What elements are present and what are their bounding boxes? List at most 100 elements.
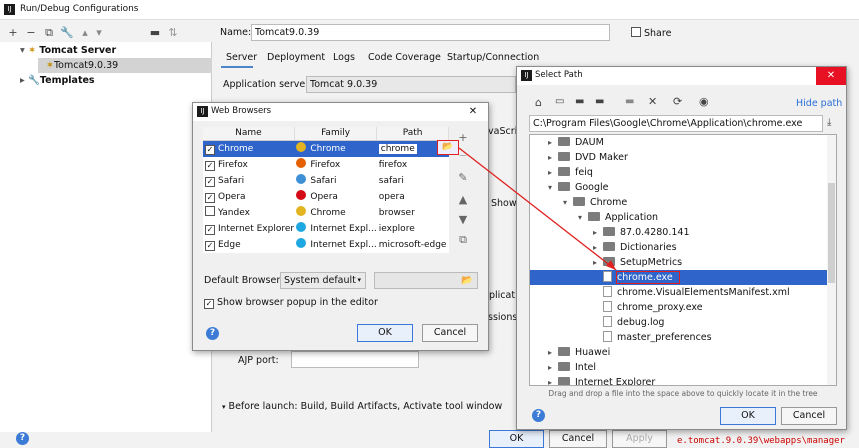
browser-name-cell[interactable]: ✓ Internet Explorer bbox=[203, 221, 294, 237]
default-browser-select[interactable]: System default ▾ bbox=[280, 272, 366, 289]
tree-templates[interactable]: ▸ 🔧Templates bbox=[20, 73, 95, 88]
browser-family-cell[interactable]: Chrome bbox=[294, 205, 376, 221]
table-row[interactable]: ✓ Chrome Chrome chrome bbox=[203, 140, 449, 157]
chevron-right-icon[interactable]: ▸ bbox=[548, 360, 558, 375]
copy-browser-icon[interactable]: ⧉ bbox=[456, 233, 470, 247]
tree-tomcat-instance[interactable]: ✶Tomcat9.0.39 bbox=[38, 58, 212, 73]
tree-folder-item[interactable]: ▸ Internet Explorer bbox=[548, 375, 655, 385]
hide-path-link[interactable]: Hide path bbox=[796, 98, 842, 109]
tab-deployment[interactable]: Deployment bbox=[267, 52, 325, 63]
chevron-right-icon[interactable]: ▸ bbox=[548, 375, 558, 385]
tab-startup-connection[interactable]: Startup/Connection bbox=[447, 52, 539, 63]
show-hidden-icon[interactable]: ◉ bbox=[699, 95, 709, 108]
move-up-icon[interactable]: ▲ bbox=[456, 193, 470, 207]
tab-logs[interactable]: Logs bbox=[333, 52, 355, 63]
module-folder-icon[interactable]: ▬ bbox=[595, 96, 604, 107]
table-row[interactable]: ✓ Opera Opera opera bbox=[203, 189, 449, 205]
tree-file-item[interactable]: chrome_proxy.exe bbox=[593, 300, 703, 315]
tree-file-item[interactable]: master_preferences bbox=[593, 330, 712, 345]
enabled-checkbox[interactable]: ✓ bbox=[205, 241, 215, 251]
desktop-icon[interactable]: ▭ bbox=[555, 96, 564, 107]
path-input[interactable]: C:\Program Files\Google\Chrome\Applicati… bbox=[529, 115, 823, 132]
browser-path-cell[interactable]: microsoft-edge bbox=[377, 237, 449, 253]
chevron-right-icon[interactable]: ▸ bbox=[593, 255, 603, 270]
share-checkbox[interactable]: Share bbox=[631, 27, 671, 39]
browser-family-cell[interactable]: Chrome bbox=[294, 140, 377, 157]
browser-name-cell[interactable]: ✓ Safari bbox=[203, 173, 294, 189]
folder-icon[interactable]: ▬ bbox=[148, 26, 162, 40]
select-path-cancel-button[interactable]: Cancel bbox=[781, 407, 837, 425]
chevron-down-icon[interactable]: ▾ bbox=[578, 210, 588, 225]
remove-icon[interactable]: − bbox=[24, 26, 38, 40]
name-field[interactable]: Tomcat9.0.39 bbox=[251, 24, 610, 41]
browser-name-cell[interactable]: ✓ Firefox bbox=[203, 157, 294, 173]
show-popup-checkbox[interactable]: ✓ Show browser popup in the editor bbox=[204, 297, 378, 309]
copy-icon[interactable]: ⧉ bbox=[42, 26, 56, 40]
enabled-checkbox[interactable]: ✓ bbox=[205, 225, 215, 235]
enabled-checkbox[interactable] bbox=[205, 206, 215, 216]
column-header-path[interactable]: Path bbox=[376, 127, 449, 141]
tree-folder-item[interactable]: ▸ 87.0.4280.141 bbox=[593, 225, 690, 240]
enabled-checkbox[interactable]: ✓ bbox=[205, 177, 215, 187]
table-row[interactable]: Yandex Chrome browser bbox=[203, 205, 449, 221]
tree-folder-item[interactable]: ▾ Application bbox=[578, 210, 658, 225]
main-ok-button[interactable]: OK bbox=[489, 430, 544, 448]
browser-path-cell[interactable]: browser bbox=[377, 205, 449, 221]
main-cancel-button[interactable]: Cancel bbox=[549, 430, 607, 448]
refresh-icon[interactable]: ⟳ bbox=[673, 95, 682, 108]
browser-path-cell[interactable]: iexplore bbox=[377, 221, 449, 237]
add-browser-icon[interactable]: + bbox=[456, 131, 470, 145]
select-path-ok-button[interactable]: OK bbox=[720, 407, 776, 425]
app-server-select[interactable]: Tomcat 9.0.39 bbox=[306, 76, 516, 93]
browser-name-cell[interactable]: ✓ Edge bbox=[203, 237, 294, 253]
tree-folder-item[interactable]: ▸ DAUM bbox=[548, 135, 604, 150]
main-apply-button[interactable]: Apply bbox=[612, 430, 667, 448]
tree-folder-item[interactable]: ▸ feiq bbox=[548, 165, 593, 180]
tree-folder-item[interactable]: ▸ SetupMetrics bbox=[593, 255, 682, 270]
table-row[interactable]: ✓ Internet Explorer Internet Expl... iexplo… bbox=[203, 221, 449, 237]
tree-folder-item[interactable]: ▾ Chrome bbox=[563, 195, 627, 210]
browser-name-cell[interactable]: ✓ Chrome bbox=[203, 140, 295, 157]
enabled-checkbox[interactable]: ✓ bbox=[205, 193, 215, 203]
chevron-right-icon[interactable]: ▸ bbox=[548, 345, 558, 360]
tree-file-item[interactable]: debug.log bbox=[593, 315, 664, 330]
project-folder-icon[interactable]: ▬ bbox=[575, 96, 584, 107]
tree-folder-item[interactable]: ▸ Intel bbox=[548, 360, 596, 375]
tree-folder-item[interactable]: ▸ Dictionaries bbox=[593, 240, 677, 255]
browser-name-cell[interactable]: Yandex bbox=[203, 205, 294, 221]
tab-code-coverage[interactable]: Code Coverage bbox=[368, 52, 441, 63]
delete-icon[interactable]: ✕ bbox=[648, 95, 657, 108]
tree-folder-item[interactable]: ▾ Google bbox=[548, 180, 609, 195]
browsers-ok-button[interactable]: OK bbox=[357, 324, 413, 342]
enabled-checkbox[interactable]: ✓ bbox=[205, 161, 215, 171]
download-icon[interactable]: ⤓ bbox=[827, 117, 831, 128]
custom-browser-path[interactable]: 📂 bbox=[374, 272, 478, 289]
tree-folder-item[interactable]: ▸ DVD Maker bbox=[548, 150, 628, 165]
chevron-right-icon[interactable]: ▸ bbox=[548, 165, 558, 180]
move-down-icon[interactable]: ▼ bbox=[456, 213, 470, 227]
wrench-icon[interactable]: 🔧 bbox=[60, 26, 74, 40]
browser-family-cell[interactable]: Firefox bbox=[294, 157, 376, 173]
table-row[interactable]: ✓ Edge Internet Expl... microsoft-edge bbox=[203, 237, 449, 253]
before-launch-section[interactable]: ▾ Before launch: Build, Build Artifacts,… bbox=[222, 401, 502, 412]
chevron-down-icon[interactable]: ▾ bbox=[548, 180, 558, 195]
chevron-down-icon[interactable]: ▾ bbox=[563, 195, 573, 210]
browser-family-cell[interactable]: Opera bbox=[294, 189, 376, 205]
sort-icon[interactable]: ⇅ bbox=[166, 26, 180, 40]
help-icon[interactable]: ? bbox=[16, 432, 29, 445]
close-icon[interactable]: ✕ bbox=[462, 105, 484, 119]
tree-tomcat-server[interactable]: ▾ ✶ Tomcat Server bbox=[20, 43, 116, 58]
home-icon[interactable]: ⌂ bbox=[535, 96, 542, 109]
browser-name-cell[interactable]: ✓ Opera bbox=[203, 189, 294, 205]
tree-folder-item[interactable]: ▸ Huawei bbox=[548, 345, 610, 360]
path-edit-field[interactable]: chrome bbox=[377, 143, 418, 155]
browser-path-cell[interactable]: safari bbox=[377, 173, 449, 189]
browser-path-cell[interactable]: firefox bbox=[377, 157, 449, 173]
chevron-right-icon[interactable]: ▸ bbox=[593, 240, 603, 255]
remove-browser-icon[interactable]: − bbox=[456, 149, 470, 163]
help-icon[interactable]: ? bbox=[532, 409, 545, 422]
help-icon[interactable]: ? bbox=[206, 327, 219, 340]
tab-server[interactable]: Server bbox=[226, 52, 257, 63]
edit-icon[interactable]: ✎ bbox=[456, 171, 470, 185]
add-icon[interactable]: + bbox=[6, 26, 20, 40]
